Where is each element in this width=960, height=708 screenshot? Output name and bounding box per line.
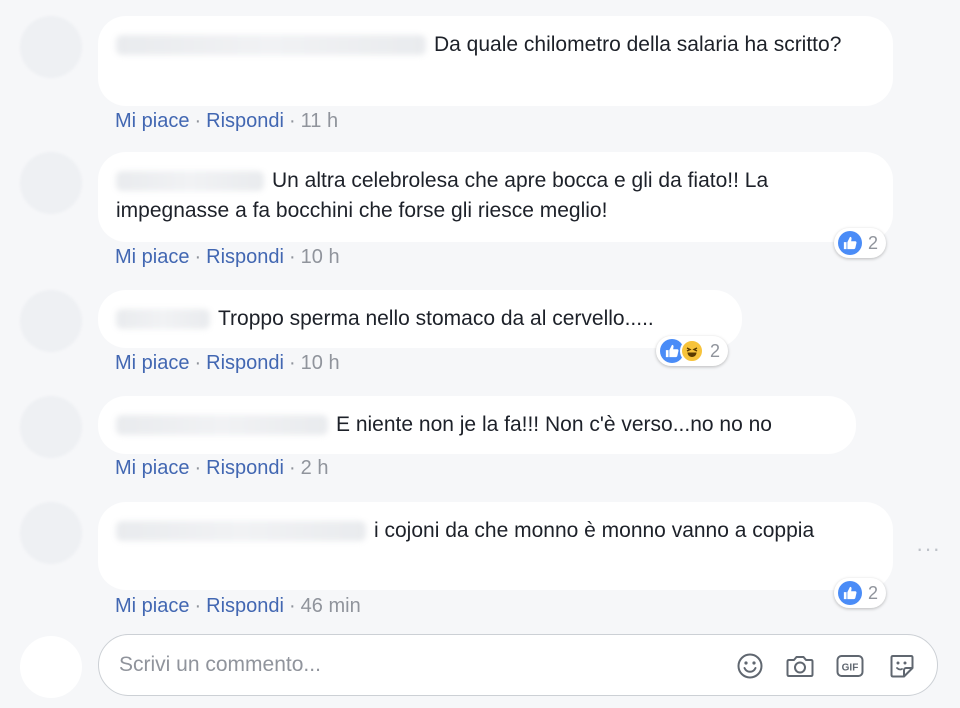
reply-link[interactable]: Rispondi: [206, 246, 284, 268]
like-reaction-icon: [838, 581, 862, 605]
comment-actions: Mi piace · Rispondi · 10 h: [115, 246, 340, 269]
comment-text: Troppo sperma nello stomaco da al cervel…: [218, 307, 654, 330]
separator: ·: [194, 110, 202, 132]
reaction-summary[interactable]: 2: [656, 336, 729, 366]
comment-timestamp[interactable]: 10 h: [301, 246, 340, 268]
commenter-avatar[interactable]: [20, 290, 82, 352]
comment-input-placeholder[interactable]: Scrivi un commento...: [119, 653, 321, 677]
comment-actions: Mi piace · Rispondi · 10 h: [115, 352, 340, 375]
like-link[interactable]: Mi piace: [115, 246, 189, 268]
camera-icon[interactable]: [785, 651, 815, 681]
separator: ·: [194, 246, 202, 268]
commenter-avatar[interactable]: [20, 396, 82, 458]
reply-link[interactable]: Rispondi: [206, 595, 284, 617]
comment-text: E niente non je la fa!!! Non c'è verso..…: [336, 413, 772, 436]
separator: ·: [194, 352, 202, 374]
reaction-count: 2: [868, 232, 879, 253]
commenter-name-redacted[interactable]: [116, 171, 264, 192]
reaction-summary[interactable]: 2: [834, 228, 887, 258]
comment-text: Da quale chilometro della salaria ha scr…: [434, 33, 842, 56]
separator: ·: [288, 457, 296, 479]
comment-timestamp[interactable]: 2 h: [301, 457, 329, 479]
reaction-count: 2: [710, 340, 721, 361]
reply-link[interactable]: Rispondi: [206, 352, 284, 374]
comment-bubble: Troppo sperma nello stomaco da al cervel…: [98, 290, 742, 348]
like-reaction-icon: [838, 231, 862, 255]
like-link[interactable]: Mi piace: [115, 457, 189, 479]
comment-bubble: i cojoni da che monno è monno vanno a co…: [98, 502, 893, 590]
comment-actions: Mi piace · Rispondi · 2 h: [115, 457, 328, 480]
like-link[interactable]: Mi piace: [115, 595, 189, 617]
commenter-avatar[interactable]: [20, 502, 82, 564]
comment-bubble: Un altra celebrolesa che apre bocca e gl…: [98, 152, 893, 242]
reply-link[interactable]: Rispondi: [206, 457, 284, 479]
separator: ·: [194, 595, 202, 617]
comment-bubble: Da quale chilometro della salaria ha scr…: [98, 16, 893, 106]
comment-actions: Mi piace · Rispondi · 11 h: [115, 110, 338, 133]
current-user-avatar: [20, 636, 82, 698]
reaction-summary[interactable]: 2: [834, 578, 887, 608]
commenter-name-redacted[interactable]: [116, 521, 366, 542]
separator: ·: [288, 352, 296, 374]
separator: ·: [288, 595, 296, 617]
comment-bubble: E niente non je la fa!!! Non c'è verso..…: [98, 396, 856, 454]
commenter-name-redacted[interactable]: [116, 309, 210, 330]
more-options-icon[interactable]: ···: [916, 536, 941, 562]
haha-reaction-icon: [680, 339, 704, 363]
gif-icon-label: GIF: [842, 663, 859, 674]
sticker-icon[interactable]: [887, 651, 917, 681]
comment-timestamp[interactable]: 11 h: [301, 110, 338, 132]
gif-icon[interactable]: GIF: [835, 651, 865, 681]
commenter-avatar[interactable]: [20, 16, 82, 78]
comment-composer[interactable]: Scrivi un commento... GIF: [98, 634, 938, 696]
separator: ·: [288, 246, 296, 268]
like-link[interactable]: Mi piace: [115, 110, 189, 132]
like-link[interactable]: Mi piace: [115, 352, 189, 374]
commenter-name-redacted[interactable]: [116, 35, 426, 56]
emoji-icon[interactable]: [735, 651, 765, 681]
comment-timestamp[interactable]: 10 h: [301, 352, 340, 374]
comment-timestamp[interactable]: 46 min: [301, 595, 361, 617]
separator: ·: [288, 110, 296, 132]
comment-text: i cojoni da che monno è monno vanno a co…: [374, 519, 815, 542]
separator: ·: [194, 457, 202, 479]
comment-actions: Mi piace · Rispondi · 46 min: [115, 595, 361, 618]
commenter-name-redacted[interactable]: [116, 415, 328, 436]
commenter-avatar[interactable]: [20, 152, 82, 214]
reply-link[interactable]: Rispondi: [206, 110, 284, 132]
reaction-count: 2: [868, 582, 879, 603]
